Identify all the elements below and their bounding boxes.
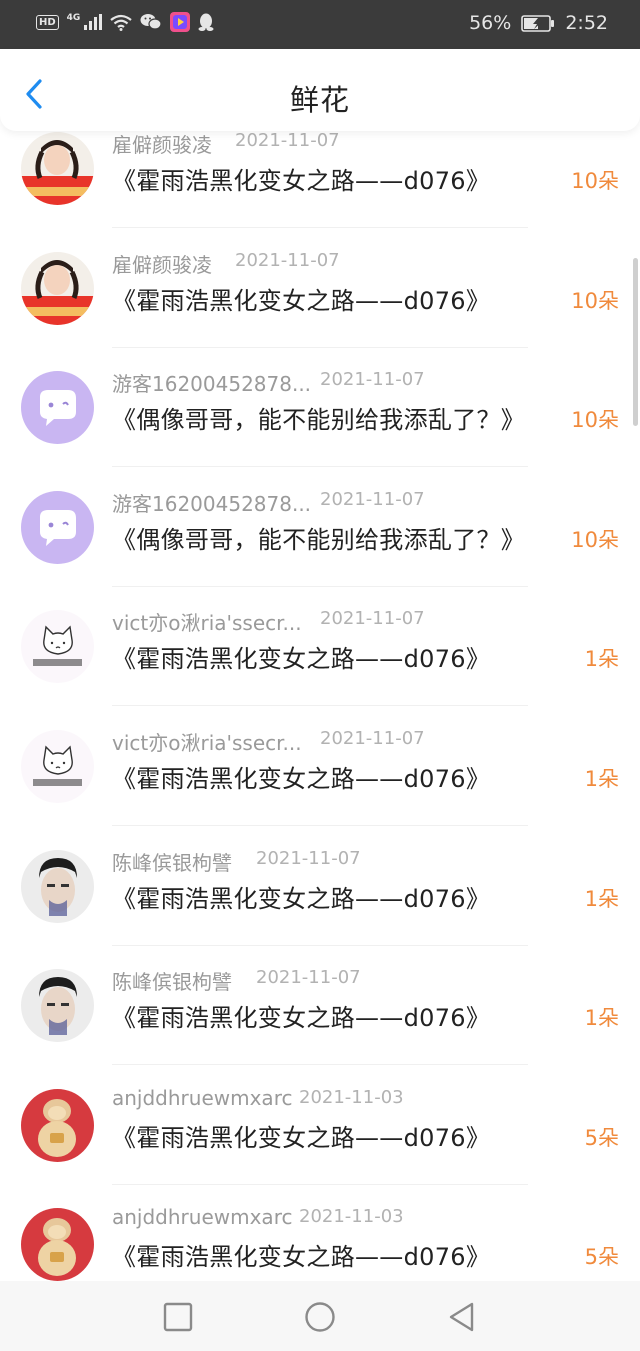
gift-date: 2021-11-07 bbox=[235, 249, 340, 271]
flower-count: 1朵 bbox=[584, 647, 619, 672]
gift-date: 2021-11-07 bbox=[320, 608, 425, 630]
flower-count: 10朵 bbox=[571, 527, 619, 552]
flower-record-list: 雇僻颜骏凌 2021-11-07 《霍雨浩黑化变女之路——d076》 10朵 雇僻颜骏凌… bbox=[0, 131, 640, 1281]
gift-date: 2021-11-07 bbox=[320, 488, 425, 510]
status-icons-left: HD 4G bbox=[36, 12, 214, 32]
row-divider bbox=[112, 227, 528, 228]
gift-date: 2021-11-07 bbox=[320, 369, 425, 391]
row-divider bbox=[112, 585, 528, 587]
book-title[interactable]: 《霍雨浩黑化变女之路——d076》 bbox=[112, 639, 490, 674]
user-name: 陈峰傧银枸譬 bbox=[112, 850, 232, 875]
network-type-label: 4G bbox=[66, 13, 81, 23]
battery-percent: 56% bbox=[469, 12, 512, 34]
flower-record-item[interactable]: 雇僻颜骏凌 2021-11-07 《霍雨浩黑化变女之路——d076》 10朵 bbox=[0, 239, 640, 358]
book-title[interactable]: 《霍雨浩黑化变女之路——d076》 bbox=[112, 759, 490, 794]
flower-record-item[interactable]: 陈峰傧银枸譬 2021-11-07 《霍雨浩黑化变女之路——d076》 1朵 bbox=[0, 837, 640, 956]
row-divider bbox=[112, 1183, 528, 1185]
circle-icon bbox=[305, 1302, 335, 1332]
app-header: 鲜花 bbox=[0, 49, 640, 131]
video-app-icon bbox=[170, 12, 191, 32]
flower-count: 10朵 bbox=[571, 288, 619, 313]
user-avatar[interactable] bbox=[21, 371, 94, 445]
flower-count: 1朵 bbox=[584, 1006, 619, 1031]
wechat-icon bbox=[140, 14, 162, 30]
square-icon bbox=[163, 1302, 193, 1332]
user-name: 雇僻颜骏凌 bbox=[112, 133, 212, 157]
signal-icon bbox=[84, 14, 103, 30]
user-avatar[interactable] bbox=[21, 1088, 94, 1162]
user-name: anjddhruewmxarc bbox=[112, 1085, 293, 1110]
gift-date: 2021-11-07 bbox=[256, 847, 361, 869]
page-title: 鲜花 bbox=[289, 83, 350, 117]
user-avatar[interactable] bbox=[21, 251, 94, 325]
book-title[interactable]: 《霍雨浩黑化变女之路——d076》 bbox=[112, 281, 490, 316]
nav-back-button[interactable] bbox=[444, 1299, 480, 1335]
status-icons-right: 56% 2:52 bbox=[469, 12, 608, 34]
flower-count: 10朵 bbox=[571, 169, 619, 193]
status-bar: HD 4G 56% 2:52 bbox=[0, 0, 640, 49]
gift-date: 2021-11-07 bbox=[256, 967, 361, 989]
user-name: 游客16200452878... bbox=[112, 372, 312, 397]
user-name: 游客16200452878... bbox=[112, 491, 312, 516]
user-name: vict亦o湫ria'ssecr... bbox=[112, 611, 302, 636]
gift-date: 2021-11-07 bbox=[320, 728, 425, 749]
flower-record-item[interactable]: vict亦o湫ria'ssecr... 2021-11-07 《霍雨浩黑化变女之路—… bbox=[0, 717, 640, 836]
user-avatar[interactable] bbox=[21, 849, 94, 923]
user-name: vict亦o湫ria'ssecr... bbox=[112, 731, 302, 755]
battery-charging-icon bbox=[521, 14, 555, 32]
flower-count: 1朵 bbox=[584, 767, 619, 791]
flower-count: 5朵 bbox=[584, 1125, 619, 1150]
user-name: anjddhruewmxarc bbox=[112, 1205, 293, 1230]
book-title[interactable]: 《霍雨浩黑化变女之路——d076》 bbox=[112, 161, 490, 196]
user-name: 雇僻颜骏凌 bbox=[112, 252, 212, 277]
flower-record-item[interactable]: 游客16200452878... 2021-11-07 《偶像哥哥，能不能别给我添乱… bbox=[0, 358, 640, 477]
gift-date: 2021-11-03 bbox=[299, 1206, 404, 1228]
row-divider bbox=[112, 705, 528, 707]
book-title[interactable]: 《偶像哥哥，能不能别给我添乱了？》 bbox=[112, 400, 525, 435]
flower-count: 10朵 bbox=[571, 408, 619, 433]
book-title[interactable]: 《偶像哥哥，能不能别给我添乱了？》 bbox=[112, 520, 525, 555]
book-title[interactable]: 《霍雨浩黑化变女之路——d076》 bbox=[112, 1118, 490, 1153]
row-divider bbox=[112, 346, 528, 348]
user-avatar[interactable] bbox=[21, 730, 94, 803]
flower-count: 1朵 bbox=[584, 886, 619, 911]
user-avatar[interactable] bbox=[21, 490, 94, 564]
book-title[interactable]: 《霍雨浩黑化变女之路——d076》 bbox=[112, 1237, 490, 1272]
user-avatar[interactable] bbox=[21, 1208, 94, 1281]
user-avatar[interactable] bbox=[21, 132, 94, 205]
recents-button[interactable] bbox=[160, 1299, 196, 1335]
qq-penguin-icon bbox=[198, 13, 214, 31]
user-avatar[interactable] bbox=[21, 610, 94, 684]
flower-record-item[interactable]: 游客16200452878... 2021-11-07 《偶像哥哥，能不能别给我添乱… bbox=[0, 478, 640, 597]
book-title[interactable]: 《霍雨浩黑化变女之路——d076》 bbox=[112, 998, 490, 1033]
flower-record-item[interactable]: vict亦o湫ria'ssecr... 2021-11-07 《霍雨浩黑化变女之路—… bbox=[0, 597, 640, 716]
user-avatar[interactable] bbox=[21, 969, 94, 1043]
flower-record-item[interactable]: anjddhruewmxarc 2021-11-03 《霍雨浩黑化变女之路——d07… bbox=[0, 1195, 640, 1281]
row-divider bbox=[112, 1064, 528, 1066]
hd-voice-icon: HD bbox=[36, 14, 59, 30]
system-navigation-bar bbox=[0, 1281, 640, 1351]
row-divider bbox=[112, 944, 528, 946]
book-title[interactable]: 《霍雨浩黑化变女之路——d076》 bbox=[112, 879, 490, 914]
flower-record-item[interactable]: 陈峰傧银枸譬 2021-11-07 《霍雨浩黑化变女之路——d076》 1朵 bbox=[0, 956, 640, 1075]
clock: 2:52 bbox=[565, 12, 608, 34]
user-name: 陈峰傧银枸譬 bbox=[112, 970, 232, 995]
back-triangle-icon bbox=[449, 1302, 474, 1332]
flower-record-item[interactable]: anjddhruewmxarc 2021-11-03 《霍雨浩黑化变女之路——d07… bbox=[0, 1076, 640, 1195]
gift-date: 2021-11-03 bbox=[299, 1086, 404, 1108]
flower-count: 5朵 bbox=[584, 1245, 619, 1270]
scrollbar[interactable] bbox=[633, 258, 638, 426]
gift-date: 2021-11-07 bbox=[235, 131, 340, 151]
home-button[interactable] bbox=[302, 1299, 338, 1335]
row-divider bbox=[112, 825, 528, 826]
wifi-icon bbox=[110, 14, 133, 31]
flower-record-item[interactable]: 雇僻颜骏凌 2021-11-07 《霍雨浩黑化变女之路——d076》 10朵 bbox=[0, 131, 640, 238]
row-divider bbox=[112, 466, 528, 468]
